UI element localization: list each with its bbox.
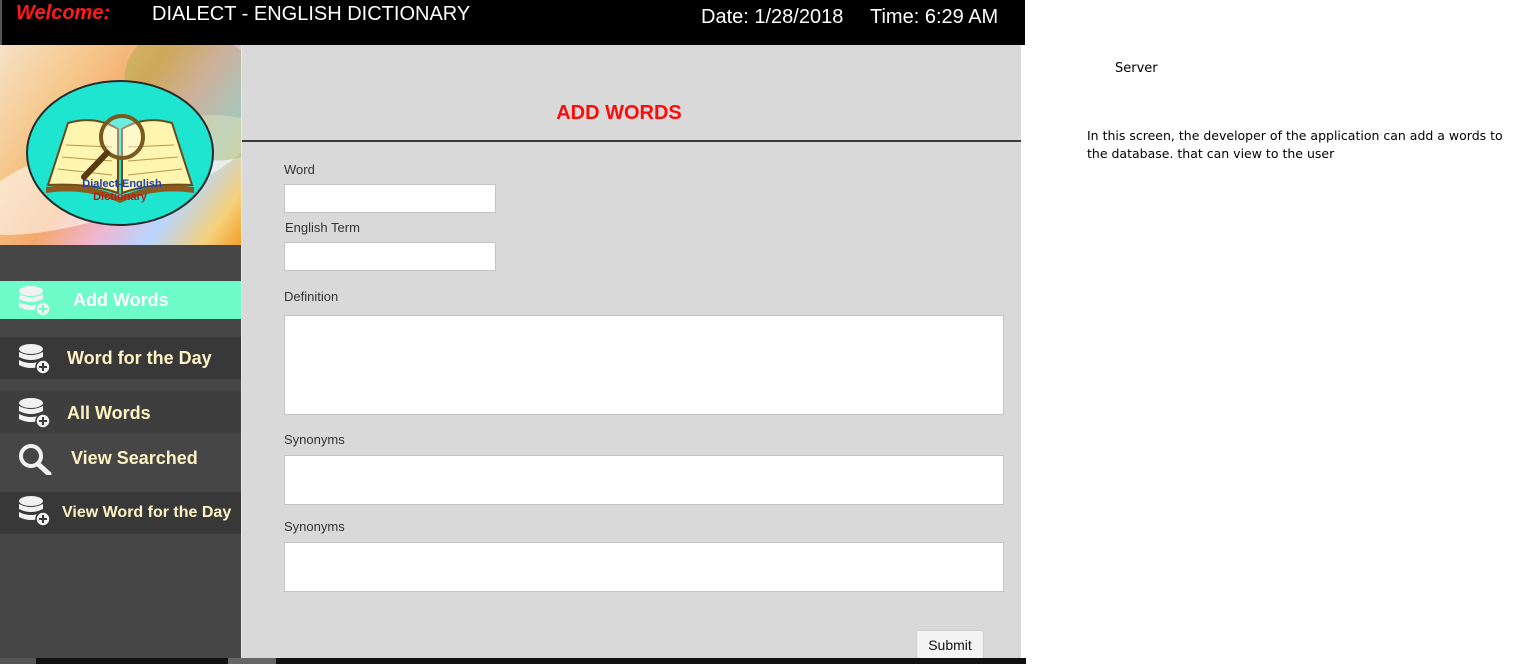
sidebar-item-word-for-the-day[interactable]: Word for the Day [0,337,243,379]
sidebar-item-view-word-for-the-day[interactable]: View Word for the Day [0,492,243,534]
server-note: Server [1115,61,1158,76]
synonyms-textarea[interactable] [284,455,1004,505]
definition-label: Definition [284,289,339,304]
dictionary-logo: Dialect-English Dictionary [26,80,214,226]
synonyms-label: Synonyms [284,432,345,447]
database-add-icon [19,286,51,317]
top-bar: Welcome: DIALECT - ENGLISH DICTIONARY Da… [0,0,1025,45]
database-add-icon [19,398,51,429]
search-icon [19,444,52,475]
sidebar-item-view-searched[interactable]: View Searched [0,437,243,479]
word-label: Word [284,162,315,177]
synonyms-textarea-2[interactable] [284,542,1004,592]
word-input[interactable] [284,184,496,213]
synonyms-label-2: Synonyms [284,519,345,534]
add-words-panel: ADD WORDS Word English Term Definition S… [241,45,1021,659]
submit-button[interactable]: Submit [916,630,984,659]
title-divider [242,140,1021,142]
english-term-label: English Term [285,220,360,235]
logo-banner: Dialect-English Dictionary [0,45,241,245]
sidebar: Dialect-English Dictionary Add Words Wor… [0,45,243,664]
sidebar-item-label: All Words [67,403,151,423]
sidebar-item-all-words[interactable]: All Words [0,391,243,433]
database-add-icon [19,496,51,527]
sidebar-item-label: Add Words [73,290,169,310]
screen-description-note: In this screen, the developer of the app… [1087,128,1503,161]
page-title: ADD WORDS [556,102,682,124]
sidebar-item-label: View Searched [71,448,198,468]
time-display: Time: 6:29 AM [870,6,999,28]
english-term-input[interactable] [284,242,496,271]
app-title: DIALECT - ENGLISH DICTIONARY [152,3,471,25]
bottom-strip [0,658,1026,664]
sidebar-item-label: Word for the Day [67,348,212,368]
sidebar-item-label: View Word for the Day [62,504,232,521]
logo-text-line1: Dialect-English [82,178,162,190]
logo-text-line2: Dictionary [93,191,148,203]
definition-textarea[interactable] [284,315,1004,415]
database-add-icon [19,344,51,375]
welcome-label: Welcome: [16,2,111,24]
date-display: Date: 1/28/2018 [701,6,844,28]
sidebar-item-add-words[interactable]: Add Words [0,281,243,319]
